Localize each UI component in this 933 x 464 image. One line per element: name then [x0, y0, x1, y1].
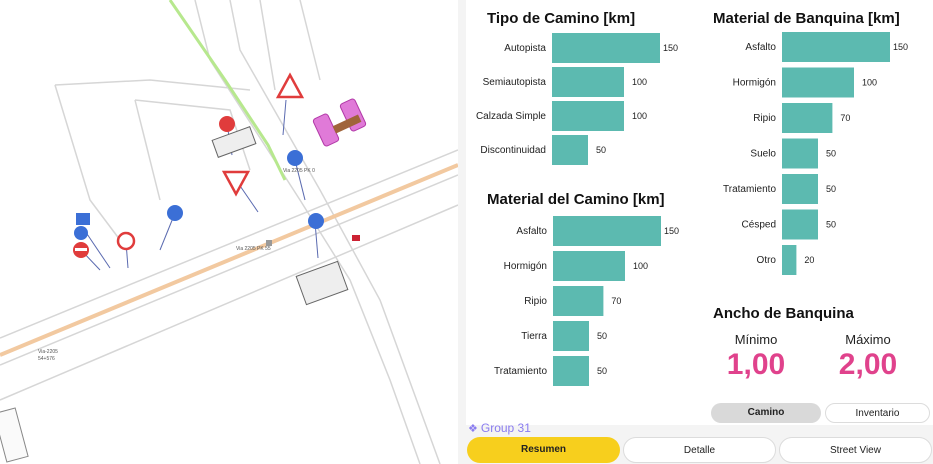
- bar: [782, 32, 890, 62]
- bar-value-label: 100: [632, 77, 647, 87]
- map-view[interactable]: Via 2205 PK 55 Via 2205 PK 0 Via-2205 54…: [0, 0, 458, 464]
- bar: [553, 321, 589, 351]
- diamond-group-icon: ❖: [468, 423, 478, 435]
- bar-value-label: 50: [826, 149, 836, 159]
- bar: [553, 286, 604, 316]
- bar-category-label: Otro: [757, 255, 777, 266]
- bar: [552, 135, 588, 165]
- bar-value-label: 70: [611, 296, 621, 306]
- bridge-icon: [312, 98, 367, 147]
- bar: [782, 67, 854, 98]
- bar-value-label: 50: [596, 145, 606, 155]
- chart-title-material-banquina: Material de Banquina [km]: [713, 10, 900, 27]
- bar-value-label: 70: [840, 113, 850, 123]
- bar-category-label: Hormigón: [504, 261, 547, 272]
- ancho-max-label: Máximo: [845, 332, 891, 347]
- map-canvas[interactable]: Via 2205 PK 55 Via 2205 PK 0 Via-2205 54…: [0, 0, 458, 464]
- bar-category-label: Semiautopista: [483, 77, 547, 88]
- bar-category-label: Discontinuidad: [480, 145, 546, 156]
- bar-value-label: 50: [597, 366, 607, 376]
- map-road-label: Via-2205: [38, 349, 58, 355]
- ancho-max-value: 2,00: [838, 348, 898, 381]
- toggle-camino[interactable]: Camino: [711, 403, 821, 423]
- stop-sign-icon: [73, 242, 89, 258]
- bar: [552, 101, 624, 131]
- bar-category-label: Tierra: [521, 331, 547, 342]
- bar: [782, 209, 818, 240]
- bar-category-label: Tratamiento: [723, 184, 776, 195]
- blue-direction-sign-icon: [167, 150, 324, 229]
- bar-category-label: Hormigón: [733, 78, 776, 89]
- bar-category-label: Autopista: [504, 43, 546, 54]
- bar-category-label: Calzada Simple: [476, 111, 546, 122]
- group-tag-label: Group 31: [480, 421, 531, 435]
- bar-value-label: 100: [633, 261, 648, 271]
- bar-category-label: Asfalto: [516, 226, 547, 237]
- bar-value-label: 150: [893, 42, 908, 52]
- chart-title-material-camino: Material del Camino [km]: [487, 191, 665, 208]
- info-board-icon: [211, 126, 349, 306]
- bar: [553, 251, 625, 281]
- bar: [782, 103, 833, 133]
- guide-board-icon: [0, 407, 29, 463]
- bar-value-label: 150: [663, 43, 678, 53]
- bar-value-label: 100: [862, 78, 877, 88]
- map-road-label: Via 2205 PK 0: [283, 168, 315, 174]
- tab-detalle[interactable]: Detalle: [623, 437, 776, 463]
- bar-category-label: Césped: [742, 220, 776, 231]
- chart-title-tipo-camino: Tipo de Camino [km]: [487, 10, 636, 27]
- ancho-min-value: 1,00: [726, 348, 786, 381]
- bar-category-label: Ripio: [524, 296, 547, 307]
- bar: [552, 33, 660, 63]
- group-tag: ❖ Group 31: [468, 421, 531, 435]
- bar-value-label: 150: [664, 226, 679, 236]
- tab-street-view[interactable]: Street View: [779, 437, 932, 463]
- warning-sign-icon: [275, 72, 305, 99]
- blue-direction-sign-icon: [74, 213, 90, 240]
- bar-category-label: Tratamiento: [494, 366, 547, 377]
- bar: [782, 174, 818, 204]
- yield-sign-icon: [221, 170, 251, 197]
- toggle-inventario[interactable]: Inventario: [825, 403, 930, 423]
- bar-category-label: Asfalto: [745, 42, 776, 53]
- bar-category-label: Ripio: [753, 113, 776, 124]
- bar-value-label: 20: [804, 255, 814, 265]
- ancho-min-label: Mínimo: [734, 332, 778, 347]
- tab-resumen[interactable]: Resumen: [467, 437, 620, 463]
- no-entry-sign-icon: [116, 231, 136, 251]
- bar-value-label: 50: [826, 184, 836, 194]
- bar: [552, 67, 624, 97]
- bar: [553, 216, 661, 246]
- map-road-label: 54+576: [38, 356, 55, 362]
- map-road-label: Via 2205 PK 55: [236, 246, 271, 252]
- bar: [782, 138, 818, 169]
- bar-value-label: 50: [826, 220, 836, 230]
- bar-value-label: 50: [597, 331, 607, 341]
- chart-material-banquina-svg: Asfalto 150 Hormigón 100 Ripio 70 Suelo 50 Trata…: [723, 32, 908, 275]
- stop-sign-icon: [219, 116, 235, 132]
- ancho-banquina-title: Ancho de Banquina: [713, 305, 854, 322]
- bar-category-label: Suelo: [750, 149, 776, 160]
- bar: [553, 356, 589, 386]
- bar-value-label: 100: [632, 111, 647, 121]
- bar: [782, 245, 797, 275]
